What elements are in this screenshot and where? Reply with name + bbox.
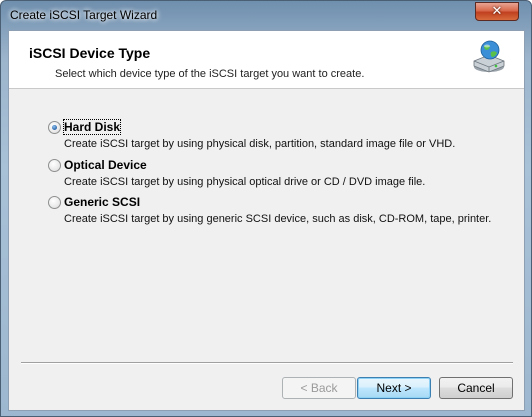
- title-bar[interactable]: Create iSCSI Target Wizard ✕: [1, 1, 531, 29]
- close-icon: ✕: [491, 4, 503, 19]
- option-generic-scsi-description: Create iSCSI target by using generic SCS…: [64, 213, 492, 225]
- back-button[interactable]: < Back: [282, 377, 356, 399]
- wizard-client-area: iSCSI Device Type Select which device ty…: [8, 30, 525, 411]
- page-title: iSCSI Device Type: [29, 45, 151, 61]
- window-title: Create iSCSI Target Wizard: [10, 8, 158, 22]
- next-button[interactable]: Next >: [357, 377, 431, 399]
- radio-hard-disk[interactable]: [48, 121, 61, 134]
- footer-separator: [21, 362, 513, 364]
- option-hard-disk-description: Create iSCSI target by using physical di…: [64, 138, 456, 150]
- option-generic-scsi-label[interactable]: Generic SCSI: [64, 195, 140, 209]
- option-optical-device-description: Create iSCSI target by using physical op…: [64, 176, 426, 188]
- close-button[interactable]: ✕: [475, 2, 519, 21]
- option-optical-device-label[interactable]: Optical Device: [64, 158, 147, 172]
- option-hard-disk-label[interactable]: Hard Disk: [62, 119, 122, 135]
- cancel-button[interactable]: Cancel: [439, 377, 513, 399]
- radio-optical-device[interactable]: [48, 159, 61, 172]
- wizard-window: Create iSCSI Target Wizard ✕ iSCSI Devic…: [0, 0, 532, 417]
- network-disk-icon: [473, 40, 505, 73]
- page-subtitle: Select which device type of the iSCSI ta…: [55, 68, 365, 80]
- wizard-header: iSCSI Device Type Select which device ty…: [9, 31, 524, 89]
- radio-generic-scsi[interactable]: [48, 196, 61, 209]
